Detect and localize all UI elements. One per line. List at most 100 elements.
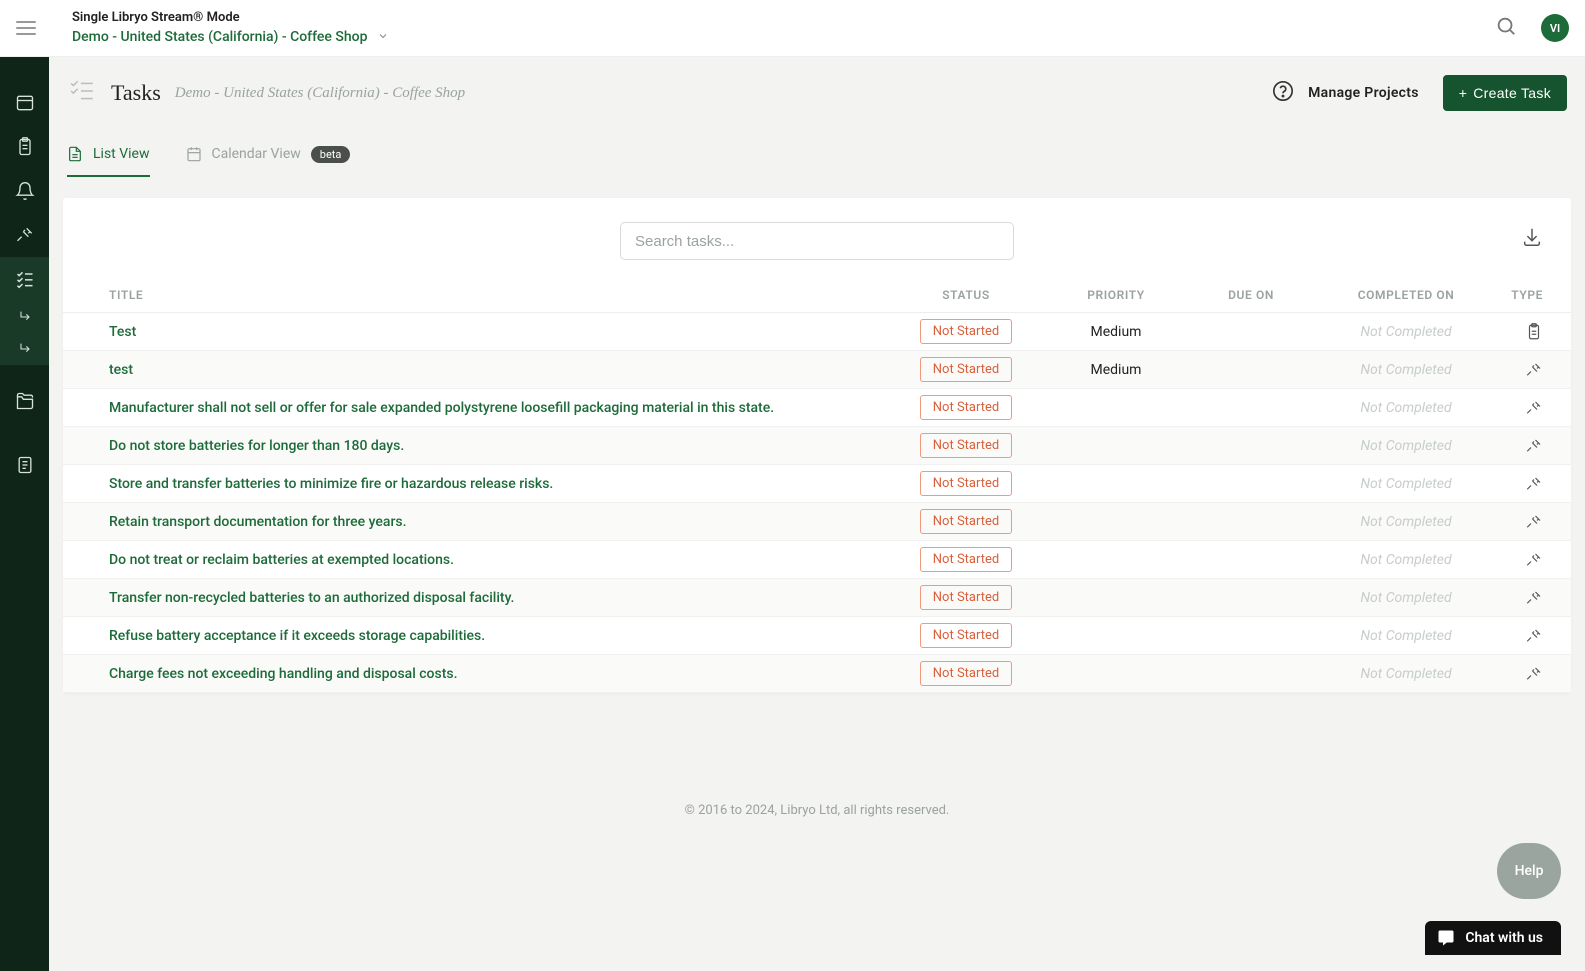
th-title[interactable]: TITLE (109, 288, 891, 302)
menu-toggle-icon[interactable] (16, 21, 36, 35)
sidebar-item-subtask-2[interactable] (0, 333, 49, 365)
task-priority: Medium (1041, 362, 1191, 378)
topbar: Single Libryo Stream® Mode Demo - United… (0, 0, 1585, 57)
task-title[interactable]: Transfer non-recycled batteries to an au… (109, 580, 891, 616)
task-type-icon (1501, 589, 1571, 607)
tasks-card: TITLE STATUS PRIORITY DUE ON COMPLETED O… (63, 198, 1571, 693)
th-due-on[interactable]: DUE ON (1191, 288, 1311, 302)
table-row[interactable]: Retain transport documentation for three… (63, 503, 1571, 541)
task-type-icon (1501, 665, 1571, 683)
table-row[interactable]: TestNot StartedMedium Not Completed (63, 313, 1571, 351)
sidebar-item-subtask-1[interactable] (0, 301, 49, 333)
table-row[interactable]: Store and transfer batteries to minimize… (63, 465, 1571, 503)
context-text: Demo - United States (California) - Coff… (72, 29, 367, 45)
task-type-icon (1501, 475, 1571, 493)
mode-title: Single Libryo Stream® Mode (72, 10, 389, 25)
task-status: Not Started (891, 509, 1041, 534)
sidebar-item-legal[interactable] (0, 213, 49, 257)
sidebar-item-reports[interactable] (0, 443, 49, 487)
task-status: Not Started (891, 433, 1041, 458)
task-completed: Not Completed (1311, 362, 1501, 378)
task-type-icon (1501, 513, 1571, 531)
task-completed: Not Completed (1311, 438, 1501, 454)
task-title[interactable]: test (109, 352, 891, 388)
tasks-icon (67, 78, 97, 108)
sidebar-item-assessments[interactable] (0, 125, 49, 169)
help-icon[interactable] (1272, 80, 1294, 106)
topbar-titles: Single Libryo Stream® Mode Demo - United… (72, 10, 389, 46)
tab-calendar-view[interactable]: Calendar View beta (186, 135, 351, 177)
task-title[interactable]: Do not treat or reclaim batteries at exe… (109, 542, 891, 578)
task-title[interactable]: Charge fees not exceeding handling and d… (109, 656, 891, 692)
table-row[interactable]: Manufacturer shall not sell or offer for… (63, 389, 1571, 427)
tab-list-label: List View (93, 146, 150, 162)
sidebar-item-documents[interactable] (0, 379, 49, 423)
download-icon[interactable] (1521, 226, 1543, 252)
task-completed: Not Completed (1311, 400, 1501, 416)
plus-icon: + (1459, 86, 1467, 100)
task-status: Not Started (891, 319, 1041, 344)
task-status: Not Started (891, 661, 1041, 686)
task-priority: Medium (1041, 324, 1191, 340)
task-title[interactable]: Do not store batteries for longer than 1… (109, 428, 891, 464)
th-completed-on[interactable]: COMPLETED ON (1311, 288, 1501, 302)
th-priority[interactable]: PRIORITY (1041, 288, 1191, 302)
th-status[interactable]: STATUS (891, 288, 1041, 302)
search-input[interactable] (620, 222, 1014, 260)
context-selector[interactable]: Demo - United States (California) - Coff… (72, 27, 389, 46)
task-type-icon (1501, 399, 1571, 417)
task-type-icon (1501, 627, 1571, 645)
tab-list-view[interactable]: List View (67, 135, 150, 177)
task-title[interactable]: Refuse battery acceptance if it exceeds … (109, 618, 891, 654)
search-icon[interactable] (1495, 15, 1517, 41)
page-subtitle: Demo - United States (California) - Coff… (175, 85, 465, 102)
create-task-button[interactable]: + Create Task (1443, 75, 1567, 111)
footer-copyright: © 2016 to 2024, Libryo Ltd, all rights r… (63, 803, 1571, 818)
task-title[interactable]: Retain transport documentation for three… (109, 504, 891, 540)
manage-projects-link[interactable]: Manage Projects (1308, 85, 1419, 101)
task-title[interactable]: Test (109, 314, 891, 350)
th-type[interactable]: TYPE (1501, 288, 1571, 302)
topbar-right: VI (1495, 14, 1569, 42)
table-row[interactable]: Do not treat or reclaim batteries at exe… (63, 541, 1571, 579)
tasks-table: TITLE STATUS PRIORITY DUE ON COMPLETED O… (63, 278, 1571, 693)
view-tabs: List View Calendar View beta (63, 135, 1571, 178)
task-completed: Not Completed (1311, 514, 1501, 530)
task-title[interactable]: Store and transfer batteries to minimize… (109, 466, 891, 502)
task-status: Not Started (891, 623, 1041, 648)
table-row[interactable]: Do not store batteries for longer than 1… (63, 427, 1571, 465)
task-title[interactable]: Manufacturer shall not sell or offer for… (109, 390, 891, 426)
main-content: Tasks Demo - United States (California) … (49, 57, 1585, 971)
task-completed: Not Completed (1311, 590, 1501, 606)
chat-widget[interactable]: Chat with us (1425, 921, 1561, 955)
avatar[interactable]: VI (1541, 14, 1569, 42)
task-type-icon (1501, 323, 1571, 341)
sidebar-item-notifications[interactable] (0, 169, 49, 213)
task-status: Not Started (891, 395, 1041, 420)
task-status: Not Started (891, 357, 1041, 382)
help-fab[interactable]: Help (1497, 843, 1561, 899)
task-type-icon (1501, 551, 1571, 569)
table-row[interactable]: Charge fees not exceeding handling and d… (63, 655, 1571, 693)
tab-calendar-label: Calendar View (212, 146, 301, 162)
task-completed: Not Completed (1311, 552, 1501, 568)
table-header: TITLE STATUS PRIORITY DUE ON COMPLETED O… (63, 278, 1571, 313)
table-row[interactable]: Transfer non-recycled batteries to an au… (63, 579, 1571, 617)
card-toolbar (63, 198, 1571, 278)
sidebar-item-tasks[interactable] (0, 257, 49, 301)
table-row[interactable]: testNot StartedMedium Not Completed (63, 351, 1571, 389)
task-status: Not Started (891, 585, 1041, 610)
page-title: Tasks (111, 80, 161, 106)
task-status: Not Started (891, 547, 1041, 572)
task-type-icon (1501, 437, 1571, 455)
chat-label: Chat with us (1465, 930, 1543, 946)
sidebar-item-dashboard[interactable] (0, 81, 49, 125)
task-completed: Not Completed (1311, 666, 1501, 682)
chevron-down-icon (377, 27, 389, 46)
create-task-label: Create Task (1473, 85, 1551, 101)
task-completed: Not Completed (1311, 476, 1501, 492)
task-completed: Not Completed (1311, 324, 1501, 340)
task-type-icon (1501, 361, 1571, 379)
beta-badge: beta (311, 146, 351, 163)
table-row[interactable]: Refuse battery acceptance if it exceeds … (63, 617, 1571, 655)
